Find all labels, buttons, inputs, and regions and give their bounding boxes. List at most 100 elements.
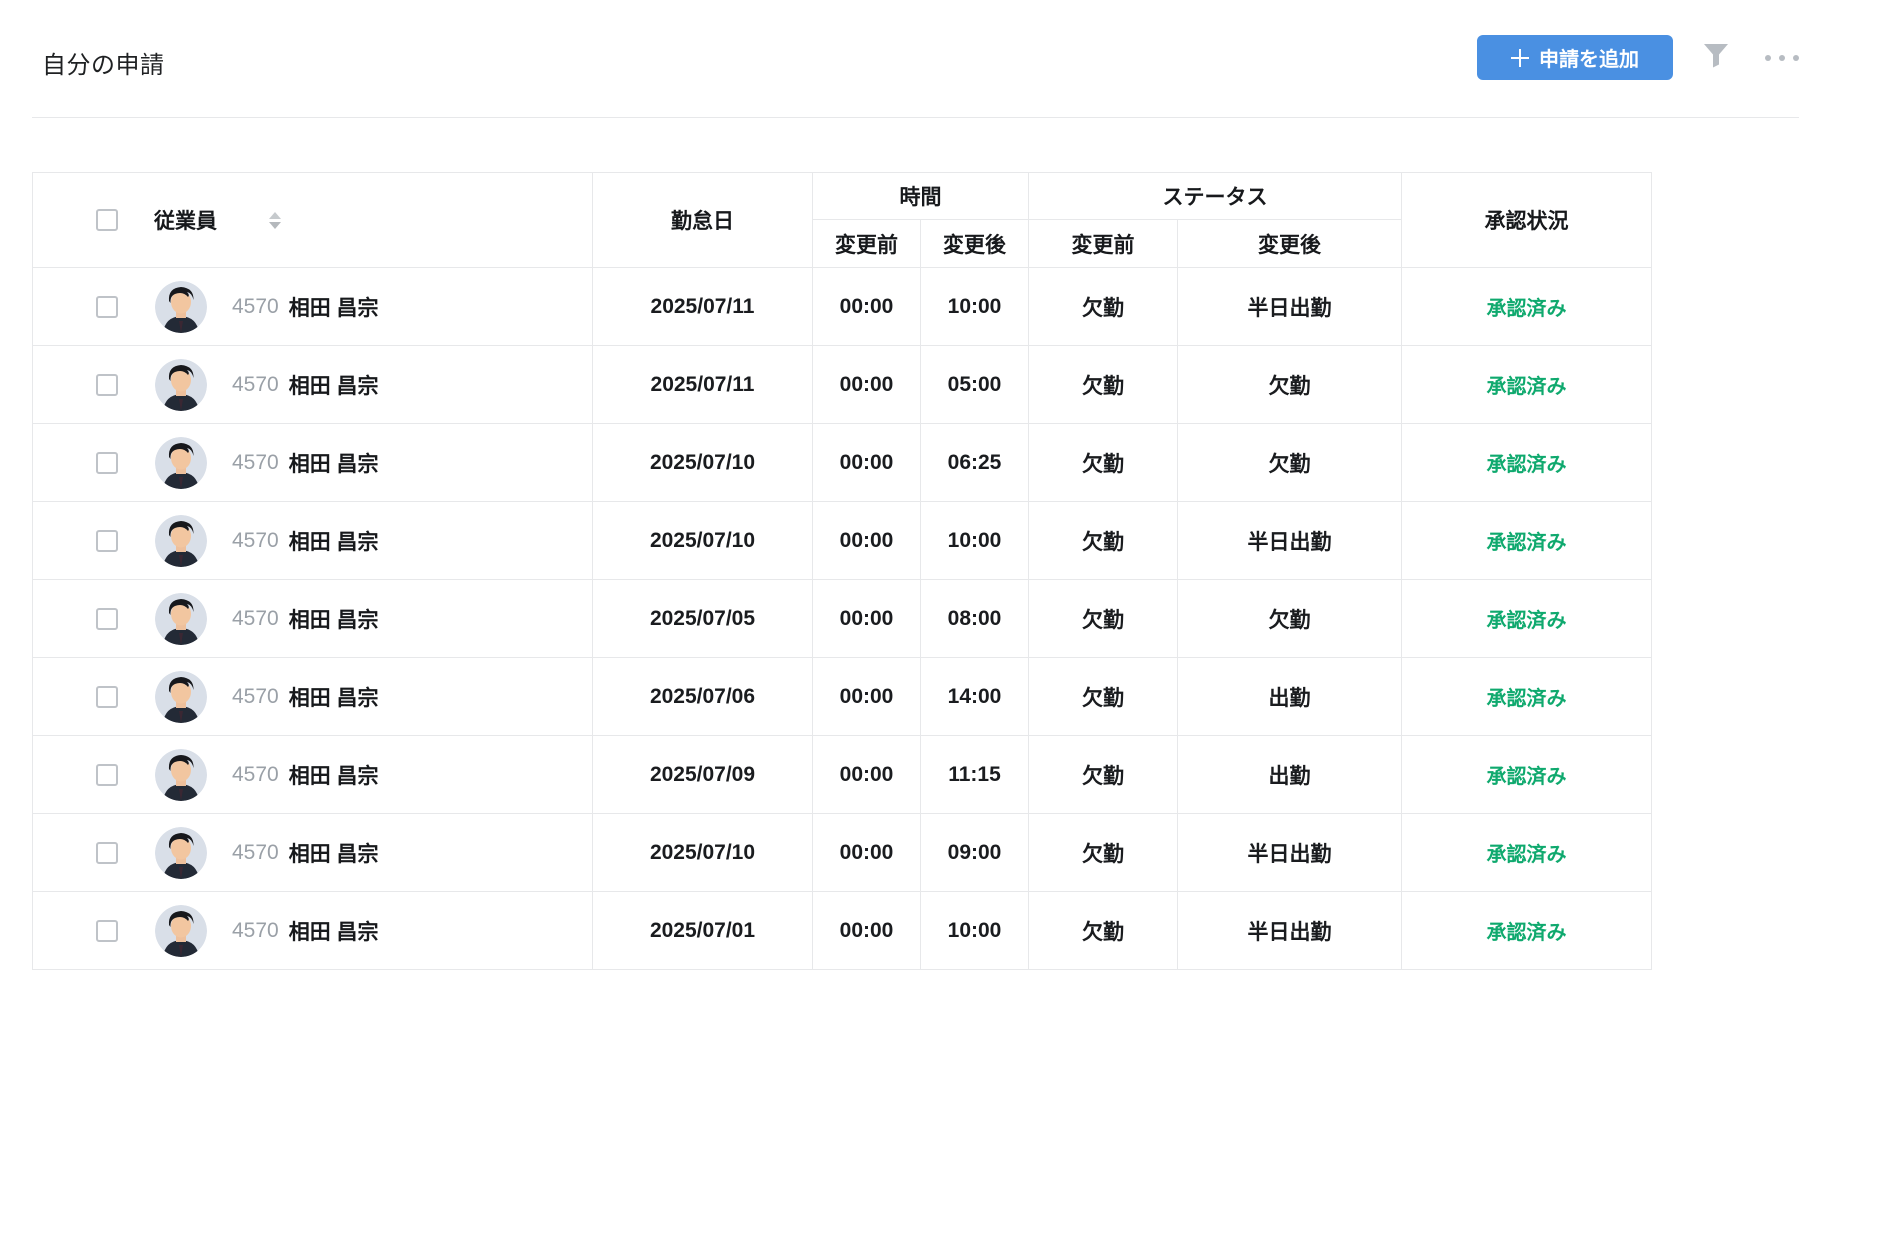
time-before: 00:00 <box>813 814 921 892</box>
sort-asc-icon <box>269 212 281 219</box>
approval-status: 承認済み <box>1402 424 1652 502</box>
time-before: 00:00 <box>813 580 921 658</box>
time-after: 11:15 <box>921 736 1029 814</box>
employee-id: 4570 <box>232 763 279 787</box>
column-group-time: 時間 <box>813 173 1029 220</box>
employee-id: 4570 <box>232 685 279 709</box>
table-row: 4570 相田 昌宗 2025/07/09 00:00 11:15 欠勤 出勤 … <box>33 736 1652 814</box>
attendance-date: 2025/07/05 <box>593 580 813 658</box>
status-before: 欠勤 <box>1029 892 1178 970</box>
avatar <box>155 905 207 957</box>
status-before: 欠勤 <box>1029 580 1178 658</box>
approval-status: 承認済み <box>1402 580 1652 658</box>
approval-status: 承認済み <box>1402 268 1652 346</box>
time-after: 10:00 <box>921 892 1029 970</box>
status-after: 欠勤 <box>1178 580 1402 658</box>
avatar <box>155 281 207 333</box>
add-request-button[interactable]: 申請を追加 <box>1477 35 1673 80</box>
time-before: 00:00 <box>813 502 921 580</box>
filter-button[interactable] <box>1700 40 1732 72</box>
column-header-status-before: 変更前 <box>1029 220 1178 268</box>
employee-id: 4570 <box>232 373 279 397</box>
employee-name: 相田 昌宗 <box>289 682 379 712</box>
attendance-date: 2025/07/10 <box>593 502 813 580</box>
status-before: 欠勤 <box>1029 658 1178 736</box>
status-after: 出勤 <box>1178 736 1402 814</box>
table-row: 4570 相田 昌宗 2025/07/11 00:00 10:00 欠勤 半日出… <box>33 268 1652 346</box>
row-checkbox[interactable] <box>96 764 118 786</box>
table-row: 4570 相田 昌宗 2025/07/11 00:00 05:00 欠勤 欠勤 … <box>33 346 1652 424</box>
approval-status: 承認済み <box>1402 346 1652 424</box>
time-after: 10:00 <box>921 268 1029 346</box>
column-header-time-after: 変更後 <box>921 220 1029 268</box>
time-after: 10:00 <box>921 502 1029 580</box>
status-before: 欠勤 <box>1029 424 1178 502</box>
row-checkbox[interactable] <box>96 530 118 552</box>
table-row: 4570 相田 昌宗 2025/07/06 00:00 14:00 欠勤 出勤 … <box>33 658 1652 736</box>
row-checkbox[interactable] <box>96 608 118 630</box>
employee-name: 相田 昌宗 <box>289 838 379 868</box>
filter-funnel-icon <box>1701 58 1731 73</box>
select-all-checkbox[interactable] <box>96 209 118 231</box>
time-after: 05:00 <box>921 346 1029 424</box>
attendance-date: 2025/07/10 <box>593 814 813 892</box>
status-after: 半日出勤 <box>1178 502 1402 580</box>
row-checkbox[interactable] <box>96 374 118 396</box>
sort-toggle[interactable] <box>267 210 283 231</box>
column-header-time-before: 変更前 <box>813 220 921 268</box>
table-row: 4570 相田 昌宗 2025/07/10 00:00 06:25 欠勤 欠勤 … <box>33 424 1652 502</box>
employee-id: 4570 <box>232 607 279 631</box>
ellipsis-icon <box>1779 55 1785 61</box>
employee-header-label: 従業員 <box>154 205 217 235</box>
status-after: 欠勤 <box>1178 424 1402 502</box>
column-header-status-after: 変更後 <box>1178 220 1402 268</box>
status-before: 欠勤 <box>1029 346 1178 424</box>
row-checkbox[interactable] <box>96 686 118 708</box>
time-after: 09:00 <box>921 814 1029 892</box>
approval-status: 承認済み <box>1402 502 1652 580</box>
employee-name: 相田 昌宗 <box>289 604 379 634</box>
row-checkbox[interactable] <box>96 842 118 864</box>
row-checkbox[interactable] <box>96 920 118 942</box>
employee-name: 相田 昌宗 <box>289 448 379 478</box>
status-after: 半日出勤 <box>1178 814 1402 892</box>
attendance-date: 2025/07/11 <box>593 268 813 346</box>
time-before: 00:00 <box>813 736 921 814</box>
row-checkbox[interactable] <box>96 452 118 474</box>
avatar <box>155 359 207 411</box>
time-before: 00:00 <box>813 658 921 736</box>
sort-desc-icon <box>269 222 281 229</box>
attendance-date: 2025/07/10 <box>593 424 813 502</box>
employee-id: 4570 <box>232 295 279 319</box>
employee-id: 4570 <box>232 841 279 865</box>
attendance-date: 2025/07/09 <box>593 736 813 814</box>
more-options-button[interactable] <box>1760 48 1804 68</box>
employee-name: 相田 昌宗 <box>289 916 379 946</box>
employee-name: 相田 昌宗 <box>289 526 379 556</box>
status-before: 欠勤 <box>1029 814 1178 892</box>
add-request-button-label: 申請を追加 <box>1539 43 1639 72</box>
attendance-date: 2025/07/11 <box>593 346 813 424</box>
employee-name: 相田 昌宗 <box>289 760 379 790</box>
table-row: 4570 相田 昌宗 2025/07/01 00:00 10:00 欠勤 半日出… <box>33 892 1652 970</box>
column-header-employee: 従業員 <box>33 173 593 268</box>
avatar <box>155 671 207 723</box>
time-after: 14:00 <box>921 658 1029 736</box>
time-after: 06:25 <box>921 424 1029 502</box>
status-after: 半日出勤 <box>1178 268 1402 346</box>
status-before: 欠勤 <box>1029 502 1178 580</box>
status-after: 出勤 <box>1178 658 1402 736</box>
avatar <box>155 593 207 645</box>
table-row: 4570 相田 昌宗 2025/07/05 00:00 08:00 欠勤 欠勤 … <box>33 580 1652 658</box>
approval-status: 承認済み <box>1402 892 1652 970</box>
time-before: 00:00 <box>813 424 921 502</box>
column-header-date: 勤怠日 <box>593 173 813 268</box>
status-before: 欠勤 <box>1029 736 1178 814</box>
approval-status: 承認済み <box>1402 814 1652 892</box>
row-checkbox[interactable] <box>96 296 118 318</box>
approval-status: 承認済み <box>1402 736 1652 814</box>
employee-name: 相田 昌宗 <box>289 292 379 322</box>
employee-id: 4570 <box>232 919 279 943</box>
employee-id: 4570 <box>232 451 279 475</box>
ellipsis-icon <box>1793 55 1799 61</box>
